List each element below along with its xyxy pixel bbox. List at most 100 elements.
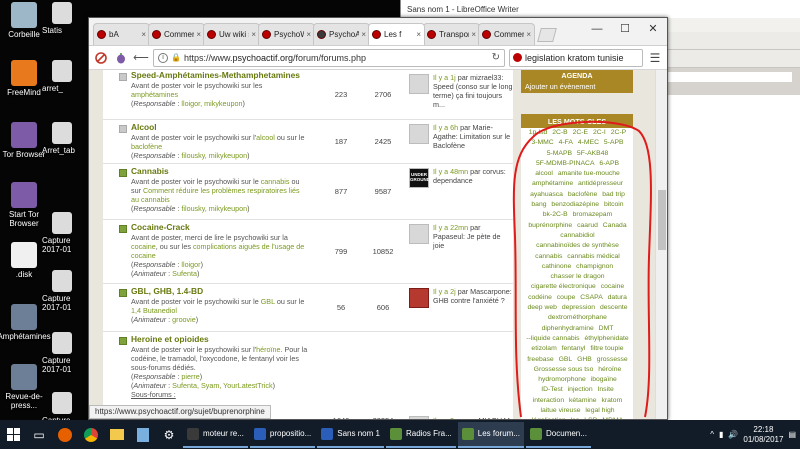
address-bar[interactable]: i 🔒 https://www.psychoactif.org/forum/fo… <box>153 48 505 67</box>
tab-close-icon[interactable]: × <box>361 30 366 39</box>
chrome-icon[interactable] <box>80 424 102 446</box>
tag-link[interactable]: 4-MEC <box>578 139 599 146</box>
tag-link[interactable]: descente <box>600 304 628 311</box>
hamburger-menu-icon[interactable]: ☰ <box>647 51 663 65</box>
tag-link[interactable]: 5F-MDMB-PINACA <box>536 160 595 167</box>
last-post-time[interactable]: Il y a 22mn <box>433 223 468 232</box>
tag-link[interactable]: freebase <box>527 356 553 363</box>
tag-link[interactable]: lsa <box>571 417 580 419</box>
tag-link[interactable]: 5-MAPB <box>547 150 572 157</box>
search-box[interactable]: legislation kratom tunisie <box>509 48 643 67</box>
tab-close-icon[interactable]: × <box>251 30 256 39</box>
moderator-names[interactable]: groovie <box>172 315 196 324</box>
last-post-time[interactable]: Il y a 48mn <box>433 167 468 176</box>
last-post-time[interactable]: Il y a 1j <box>433 73 456 82</box>
psychowiki-link[interactable]: alcool <box>256 133 275 142</box>
last-post[interactable]: Il y a 22mn par Papaseul: Je pète de joi… <box>433 223 513 250</box>
tag-link[interactable]: éthylphenidate <box>584 335 628 342</box>
tag-link[interactable]: amanite tue-mouche <box>558 170 620 177</box>
browser-window[interactable]: bA×Commen×Uw wiki s×PsychoW×PsychoA×Les … <box>88 17 668 420</box>
tag-link[interactable]: Grossesse sous tso <box>534 366 594 373</box>
forum-row[interactable]: Cannabis Avant de poster voir le psychowi… <box>103 164 513 220</box>
forum-title-link[interactable]: GBL, GHB, 1.4-BD <box>131 286 309 297</box>
forum-title-link[interactable]: Cocaine-Crack <box>131 222 309 233</box>
tag-link[interactable]: filtre toupie <box>590 345 623 352</box>
tab-close-icon[interactable]: × <box>416 30 421 39</box>
tag-link[interactable]: coupe <box>557 294 576 301</box>
scrollbar-thumb[interactable] <box>658 190 666 250</box>
desktop-icon[interactable]: Capture 2017-01 <box>42 270 88 312</box>
browser-tab[interactable]: Uw wiki s × <box>203 23 260 45</box>
forum-title-link[interactable]: Speed-Amphétamines-Methamphetamines <box>131 70 309 81</box>
last-post-time[interactable]: Il y a 6h <box>433 123 458 132</box>
volume-icon[interactable]: 🔊 <box>728 430 738 439</box>
tag-link[interactable]: cannabidiol <box>560 232 594 239</box>
file-explorer-icon[interactable] <box>106 424 128 446</box>
forum-title-link[interactable]: Heroine et opioides <box>131 334 309 345</box>
tag-link[interactable]: datura <box>608 294 627 301</box>
tag-link[interactable]: GBL <box>559 356 573 363</box>
tag-link[interactable]: depression <box>562 304 595 311</box>
new-tab-button[interactable] <box>537 28 557 42</box>
tag-link[interactable]: bitcoin <box>604 201 624 208</box>
tag-link[interactable]: bromazepam <box>573 211 613 218</box>
tag-link[interactable]: amphétamine <box>532 180 573 187</box>
taskbar-app-button[interactable]: moteur re... <box>183 422 248 448</box>
last-post[interactable]: Il y a 9mn par MIAOU44: Flowers et les a… <box>433 416 513 419</box>
user-avatar[interactable] <box>409 224 429 244</box>
site-info-icon[interactable]: i <box>158 52 168 63</box>
psychowiki-link[interactable]: Comment réduire les problèmes respiratoi… <box>131 186 300 204</box>
tag-link[interactable]: légalisation <box>532 417 566 419</box>
browser-tab[interactable]: bA × <box>93 23 150 45</box>
tag-link[interactable]: chasser le dragon <box>550 273 604 280</box>
notifications-icon[interactable]: ▤ <box>788 430 796 439</box>
moderator-names[interactable]: lloigor <box>181 260 200 269</box>
forum-row[interactable]: Speed-Amphétamines-Methamphetamines Avant… <box>103 70 513 120</box>
page-scrollbar[interactable] <box>655 70 667 419</box>
tag-link[interactable]: cathinone <box>542 263 571 270</box>
tag-link[interactable]: cannabis médical <box>567 253 620 260</box>
browser-tab[interactable]: Les f × <box>368 23 425 45</box>
desktop-icon[interactable]: Statis <box>42 2 88 35</box>
tag-link[interactable]: grossesse <box>597 356 628 363</box>
tag-link[interactable]: diphenhydramine <box>542 325 594 332</box>
tag-link[interactable]: fentanyl <box>562 345 586 352</box>
tag-link[interactable]: cigarette électronique <box>531 283 596 290</box>
tab-close-icon[interactable]: × <box>526 30 531 39</box>
start-windows-icon[interactable] <box>2 424 24 446</box>
subforums-label[interactable]: Sous-forums : <box>131 390 309 399</box>
moderator-names[interactable]: pierre <box>181 372 199 381</box>
desktop-icon[interactable]: Capture 2017-01 <box>42 332 88 374</box>
firefox-icon[interactable] <box>54 424 76 446</box>
tag-link[interactable]: LSD <box>584 417 597 419</box>
browser-tab[interactable]: PsychoA × <box>313 23 370 45</box>
tag-link[interactable]: ID-Test <box>541 386 563 393</box>
forum-title-link[interactable]: Cannabis <box>131 166 309 177</box>
tab-close-icon[interactable]: × <box>306 30 311 39</box>
tag-link[interactable]: DMT <box>599 325 614 332</box>
tag-link[interactable]: legal high <box>585 407 614 414</box>
tag-link[interactable]: deep web <box>527 304 556 311</box>
tag-link[interactable]: antidépresseur <box>578 180 623 187</box>
browser-tab[interactable]: Commen × <box>148 23 205 45</box>
no-script-icon[interactable] <box>93 50 109 66</box>
tag-link[interactable]: 5F-AKB48 <box>577 150 608 157</box>
close-button[interactable]: ✕ <box>639 18 667 40</box>
moderator-names[interactable]: Sufenta, Syam, YourLatestTrick <box>172 381 272 390</box>
browser-tab[interactable]: Transport× <box>423 23 480 45</box>
browser-tab[interactable]: Commen × <box>478 23 535 45</box>
psychowiki-link[interactable]: cannabis <box>261 177 290 186</box>
psychowiki-link[interactable]: cocaine <box>131 242 156 251</box>
taskbar-app-button[interactable]: Sans nom 1 <box>317 422 384 448</box>
moderator-names[interactable]: filousky, mikykeupon <box>181 151 247 160</box>
tag-link[interactable]: 2C-P <box>611 129 627 136</box>
forum-row[interactable]: GBL, GHB, 1.4-BD Avant de poster voir le … <box>103 284 513 332</box>
user-avatar[interactable] <box>409 124 429 144</box>
moderator-names[interactable]: Sufenta <box>172 269 197 278</box>
last-post-time[interactable]: Il y a 2j <box>433 287 456 296</box>
tab-close-icon[interactable]: × <box>471 30 476 39</box>
tag-link[interactable]: 3-MMC <box>531 139 553 146</box>
taskbar-app-button[interactable]: propositio... <box>249 422 316 448</box>
tag-link[interactable]: ibogaïne <box>591 376 617 383</box>
tag-link[interactable]: laitue vireuse <box>540 407 580 414</box>
